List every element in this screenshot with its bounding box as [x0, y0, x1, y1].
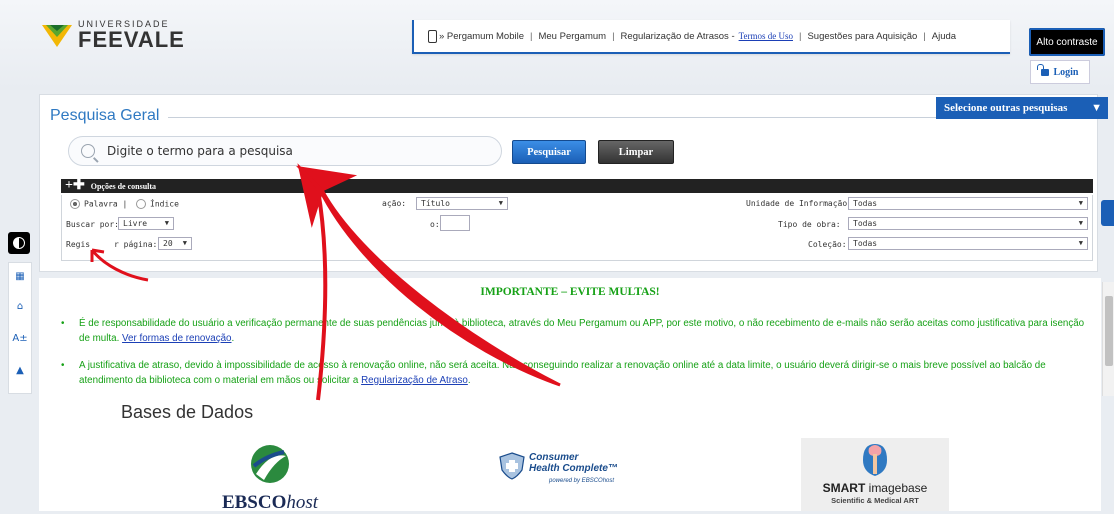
bases-title: Bases de Dados	[121, 402, 254, 422]
chevron-down-icon: ▼	[182, 239, 187, 247]
radio-checked-icon	[70, 199, 80, 209]
main-content: IMPORTANTE – EVITE MULTAS! • É de respon…	[39, 278, 1101, 514]
smart-main-text: SMART	[822, 481, 866, 495]
caret-down-icon: ▼	[1091, 102, 1102, 114]
title-divider	[168, 117, 948, 118]
side-tab-icon[interactable]	[1101, 200, 1114, 226]
radio-indice[interactable]: Índice	[136, 199, 179, 209]
notice-bullet-1: • É de responsabilidade do usuário a ver…	[61, 318, 1085, 344]
lock-icon	[1037, 63, 1050, 76]
tipo-label: Tipo de obra:	[778, 220, 841, 229]
head-icon	[863, 444, 887, 476]
renovacao-link[interactable]: Ver formas de renovação	[122, 333, 231, 344]
chevron-down-icon: ▼	[1078, 199, 1083, 207]
login-label: Login	[1053, 66, 1079, 78]
other-searches-label: Selecione outras pesquisas	[944, 102, 1068, 114]
scrollbar-thumb[interactable]	[1105, 296, 1113, 366]
tipo-value: Todas	[853, 219, 878, 228]
unidade-select[interactable]: Todas ▼	[848, 197, 1088, 210]
buscar-select[interactable]: Livre ▼	[118, 217, 174, 230]
consumer-subtitle: powered by EBSCOhost	[549, 478, 615, 484]
registros-value: 20	[163, 239, 173, 248]
smart-imagebase-logo[interactable]: SMART imagebase Scientific & Medical ART	[801, 438, 949, 511]
consumer-line2: Health Complete™	[529, 463, 618, 474]
scroll-top-icon[interactable]: ▲	[9, 365, 31, 376]
font-size-icon[interactable]: A±	[9, 333, 31, 344]
shield-icon	[499, 452, 525, 480]
scrollbar[interactable]	[1102, 282, 1114, 396]
registros-label-start: Regis	[66, 240, 91, 249]
chevron-down-icon: ▼	[1078, 239, 1083, 247]
radio-indice-label: Índice	[150, 199, 179, 209]
plus-icon: +✚	[65, 178, 85, 193]
login-button[interactable]: Login	[1030, 60, 1090, 84]
logo-big-text: FEEVALE	[78, 27, 185, 52]
nav-regularizacao-atrasos[interactable]: Regularização de Atrasos -	[621, 31, 735, 42]
search-button[interactable]: Pesquisar	[512, 140, 586, 164]
notice-bullet-2: • A justificativa de atraso, devido à im…	[61, 360, 1046, 386]
nav-ajuda[interactable]: Ajuda	[932, 31, 956, 42]
mobile-phone-icon	[428, 29, 437, 43]
ano-label: o:	[430, 220, 440, 229]
options-panel: Palavra | Índice ação: Título ▼ Unidade d…	[61, 195, 1093, 261]
chevron-down-icon: ▼	[1078, 219, 1083, 227]
ebsco-globe-icon	[251, 445, 289, 483]
options-title: Opções de consulta	[90, 181, 157, 191]
registros-label-end: r página:	[114, 240, 158, 249]
smart-rest-text: imagebase	[865, 481, 928, 495]
nav-sugestoes-aquisicao[interactable]: Sugestões para Aquisição	[807, 31, 917, 42]
page-title: Pesquisa Geral	[50, 107, 160, 124]
buscar-label: Buscar por:	[66, 220, 119, 229]
ebsco-host-text: host	[286, 492, 319, 513]
radio-palavra[interactable]: Palavra |	[70, 199, 127, 209]
registros-select[interactable]: 20 ▼	[158, 237, 192, 250]
ebsco-logo[interactable]: EBSCOhost	[215, 444, 325, 514]
search-panel: Pesquisa Geral Selecione outras pesquisa…	[39, 94, 1108, 272]
consumer-line1: Consumer	[529, 452, 579, 463]
ebsco-main-text: EBSCO	[221, 492, 287, 513]
notice-bullet-2-text: A justificativa de atraso, devido à impo…	[79, 360, 1046, 386]
library-icon[interactable]: ▦	[9, 271, 31, 282]
contrast-toggle-icon[interactable]	[8, 232, 30, 254]
search-input[interactable]	[105, 143, 489, 159]
search-icon	[81, 144, 95, 158]
campo-value: Título	[421, 199, 450, 208]
nav-meu-pergamum[interactable]: Meu Pergamum	[538, 31, 606, 42]
top-navigation: » Pergamum Mobile | Meu Pergamum | Regul…	[412, 20, 1010, 54]
tipo-select[interactable]: Todas ▼	[848, 217, 1088, 230]
feevale-logo-icon	[42, 24, 72, 47]
colecao-label: Coleção:	[808, 240, 847, 249]
regularizacao-link[interactable]: Regularização de Atraso	[361, 375, 468, 386]
nav-pergamum-mobile[interactable]: » Pergamum Mobile	[439, 31, 524, 42]
accessibility-toolbar: ▦ ⌂ A± ▲	[8, 262, 32, 394]
feevale-logo[interactable]: UNIVERSIDADE FEEVALE	[42, 20, 185, 51]
radio-unchecked-icon	[136, 199, 146, 209]
chevron-down-icon: ▼	[498, 199, 503, 207]
campo-select[interactable]: Título ▼	[416, 197, 508, 210]
unidade-value: Todas	[853, 199, 878, 208]
clear-button[interactable]: Limpar	[598, 140, 674, 164]
smart-subtitle: Scientific & Medical ART	[831, 496, 919, 505]
colecao-value: Todas	[853, 239, 878, 248]
ano-input[interactable]	[440, 215, 470, 231]
chevron-down-icon: ▼	[164, 219, 169, 227]
home-icon[interactable]: ⌂	[9, 301, 31, 312]
buscar-value: Livre	[123, 219, 148, 228]
search-box	[68, 136, 502, 166]
colecao-select[interactable]: Todas ▼	[848, 237, 1088, 250]
other-searches-dropdown[interactable]: Selecione outras pesquisas ▼	[936, 97, 1108, 119]
unidade-label: Unidade de Informação:	[746, 199, 852, 208]
campo-label: ação:	[382, 199, 407, 208]
high-contrast-button[interactable]: Alto contraste	[1029, 28, 1105, 56]
consumer-health-logo[interactable]: Consumer Health Complete™ powered by EBSC…	[499, 450, 649, 490]
radio-palavra-label: Palavra	[84, 199, 118, 209]
notice-title: IMPORTANTE – EVITE MULTAS!	[480, 286, 660, 298]
nav-termos-de-uso[interactable]: Termos de Uso	[739, 31, 793, 41]
options-header[interactable]: +✚ Opções de consulta	[61, 179, 1093, 193]
